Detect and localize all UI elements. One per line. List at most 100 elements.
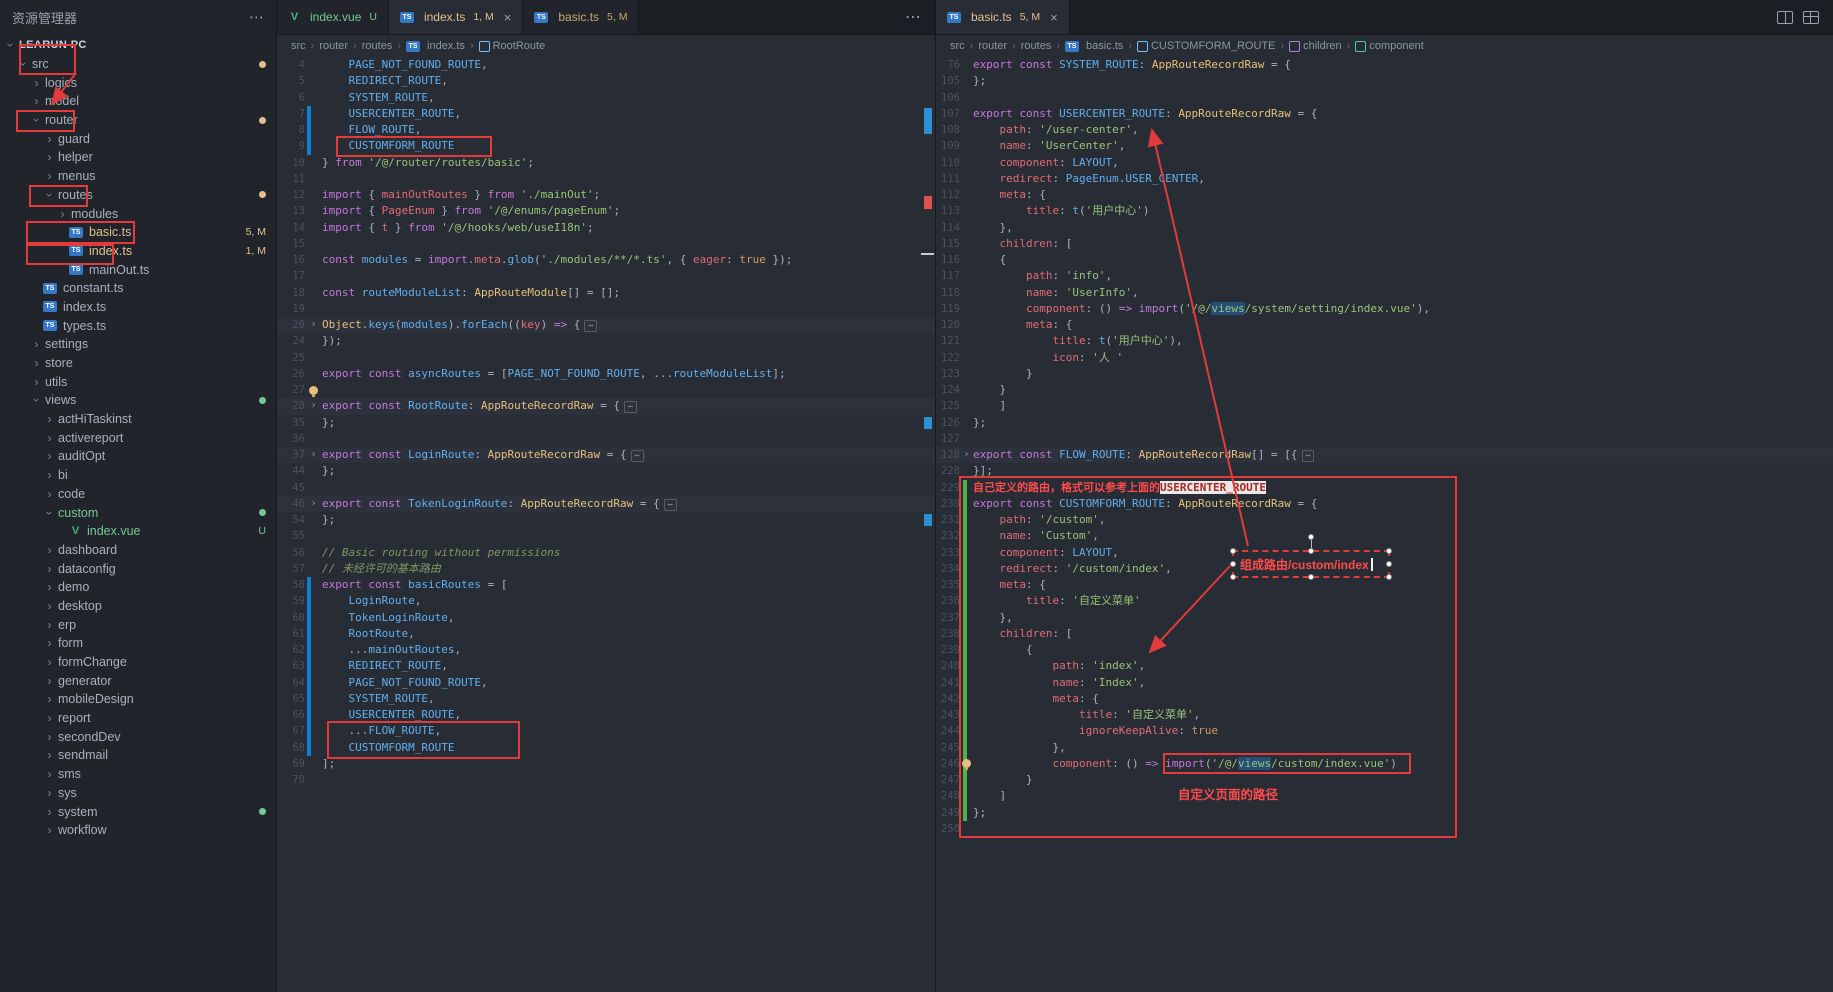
line-number[interactable]: 250: [936, 821, 960, 837]
line-number[interactable]: 240: [936, 658, 960, 674]
sidebar-item-bi[interactable]: ›bi: [0, 466, 276, 485]
line-number[interactable]: 8: [277, 122, 305, 138]
code-text[interactable]: export const CUSTOMFORM_ROUTE: AppRouteR…: [973, 496, 1317, 512]
sidebar-item-router[interactable]: ›router: [0, 111, 276, 130]
line-number[interactable]: 231: [936, 512, 960, 528]
code-line-8[interactable]: 8 FLOW_ROUTE,: [277, 122, 935, 138]
line-number[interactable]: 45: [277, 480, 305, 496]
line-number[interactable]: 67: [277, 723, 305, 739]
code-text[interactable]: REDIRECT_ROUTE,: [322, 658, 448, 674]
line-number[interactable]: 35: [277, 415, 305, 431]
code-line-57[interactable]: 57// 未经许可的基本路由: [277, 561, 935, 577]
code-line-250[interactable]: 250: [936, 821, 1833, 837]
code-text[interactable]: Object.keys(modules).forEach((key) => {⋯: [322, 317, 597, 333]
code-text[interactable]: },: [973, 610, 1013, 626]
code-line-240[interactable]: 240 path: 'index',: [936, 658, 1833, 674]
code-line-112[interactable]: 112 meta: {: [936, 187, 1833, 203]
sidebar-item-seconddev[interactable]: ›secondDev: [0, 727, 276, 746]
code-line-27[interactable]: 27: [277, 382, 935, 398]
lightbulb-icon[interactable]: [309, 386, 318, 395]
code-text[interactable]: meta: {: [973, 577, 1046, 593]
sidebar-item-learun-pc[interactable]: ›LEARUN PC: [0, 36, 276, 55]
sidebar-item-sendmail[interactable]: ›sendmail: [0, 746, 276, 765]
breadcrumb-item-router[interactable]: router: [319, 40, 348, 52]
line-number[interactable]: 68: [277, 740, 305, 756]
sidebar-item-basic-ts[interactable]: TSbasic.ts5, M: [0, 223, 276, 242]
code-line-247[interactable]: 247 }: [936, 772, 1833, 788]
line-number[interactable]: 112: [936, 187, 960, 203]
line-number[interactable]: 238: [936, 626, 960, 642]
selection-handle[interactable]: [1230, 561, 1236, 567]
line-number[interactable]: 115: [936, 236, 960, 252]
annotation-textbox[interactable]: 组成路由/custom/index: [1232, 550, 1390, 578]
code-line-14[interactable]: 14import { t } from '/@/hooks/web/useI18…: [277, 220, 935, 236]
code-line-70[interactable]: 70: [277, 772, 935, 788]
code-line-55[interactable]: 55: [277, 528, 935, 544]
code-text[interactable]: {: [973, 252, 1006, 268]
line-number[interactable]: 106: [936, 90, 960, 106]
code-text[interactable]: ];: [322, 756, 335, 772]
sidebar-item-auditopt[interactable]: ›auditOpt: [0, 447, 276, 466]
line-number[interactable]: 108: [936, 122, 960, 138]
code-line-113[interactable]: 113 title: t('用户中心'): [936, 203, 1833, 219]
code-line-76[interactable]: 76export const SYSTEM_ROUTE: AppRouteRec…: [936, 57, 1833, 73]
code-text[interactable]: ...FLOW_ROUTE,: [322, 723, 441, 739]
code-text[interactable]: }: [973, 382, 1006, 398]
code-line-124[interactable]: 124 }: [936, 382, 1833, 398]
line-number[interactable]: 228: [936, 463, 960, 479]
code-text[interactable]: }: [973, 772, 1033, 788]
code-line-15[interactable]: 15: [277, 236, 935, 252]
line-number[interactable]: 122: [936, 350, 960, 366]
code-text[interactable]: title: t('用户中心'): [973, 203, 1149, 219]
code-line-126[interactable]: 126};: [936, 415, 1833, 431]
code-text[interactable]: };: [973, 805, 986, 821]
code-line-63[interactable]: 63 REDIRECT_ROUTE,: [277, 658, 935, 674]
code-line-68[interactable]: 68 CUSTOMFORM_ROUTE: [277, 740, 935, 756]
code-text[interactable]: export const USERCENTER_ROUTE: AppRouteR…: [973, 106, 1317, 122]
line-number[interactable]: 244: [936, 723, 960, 739]
sidebar-item-acthitaskinst[interactable]: ›actHiTaskinst: [0, 410, 276, 429]
code-text[interactable]: ]: [973, 398, 1006, 414]
code-line-35[interactable]: 35};: [277, 415, 935, 431]
code-line-20[interactable]: 20›Object.keys(modules).forEach((key) =>…: [277, 317, 935, 333]
breadcrumb-item-component[interactable]: component: [1355, 40, 1423, 52]
line-number[interactable]: 242: [936, 691, 960, 707]
breadcrumb-item-src[interactable]: src: [950, 40, 965, 52]
selection-handle[interactable]: [1386, 561, 1392, 567]
line-number[interactable]: 127: [936, 431, 960, 447]
code-text[interactable]: CUSTOMFORM_ROUTE: [322, 740, 454, 756]
sidebar-item-views[interactable]: ›views: [0, 391, 276, 410]
code-line-239[interactable]: 239 {: [936, 642, 1833, 658]
code-text[interactable]: });: [322, 333, 342, 349]
line-number[interactable]: 124: [936, 382, 960, 398]
line-number[interactable]: 114: [936, 220, 960, 236]
line-number[interactable]: 235: [936, 577, 960, 593]
sidebar-item-formchange[interactable]: ›formChange: [0, 653, 276, 672]
line-number[interactable]: 26: [277, 366, 305, 382]
line-number[interactable]: 111: [936, 171, 960, 187]
code-text[interactable]: export const FLOW_ROUTE: AppRouteRecordR…: [973, 447, 1314, 463]
code-line-121[interactable]: 121 title: t('用户中心'),: [936, 333, 1833, 349]
tab-index-vue[interactable]: Vindex.vueU: [277, 0, 389, 34]
sidebar-item-dashboard[interactable]: ›dashboard: [0, 541, 276, 560]
code-line-66[interactable]: 66 USERCENTER_ROUTE,: [277, 707, 935, 723]
code-line-58[interactable]: 58export const basicRoutes = [: [277, 577, 935, 593]
line-number[interactable]: 6: [277, 90, 305, 106]
lightbulb-icon[interactable]: [962, 759, 971, 768]
line-number[interactable]: 69: [277, 756, 305, 772]
code-text[interactable]: path: 'index',: [973, 658, 1145, 674]
code-text[interactable]: }: [973, 366, 1033, 382]
code-line-65[interactable]: 65 SYSTEM_ROUTE,: [277, 691, 935, 707]
line-number[interactable]: 126: [936, 415, 960, 431]
code-text[interactable]: export const basicRoutes = [: [322, 577, 507, 593]
sidebar-item-guard[interactable]: ›guard: [0, 129, 276, 148]
code-text[interactable]: };: [322, 463, 335, 479]
code-text[interactable]: component: LAYOUT,: [973, 545, 1119, 561]
code-line-13[interactable]: 13import { PageEnum } from '/@/enums/pag…: [277, 203, 935, 219]
code-text[interactable]: }];: [973, 463, 993, 479]
line-number[interactable]: 109: [936, 138, 960, 154]
code-line-122[interactable]: 122 icon: '人 ': [936, 350, 1833, 366]
code-line-119[interactable]: 119 component: () => import('/@/views/sy…: [936, 301, 1833, 317]
code-line-236[interactable]: 236 title: '自定义菜单': [936, 593, 1833, 609]
selection-handle[interactable]: [1386, 548, 1392, 554]
